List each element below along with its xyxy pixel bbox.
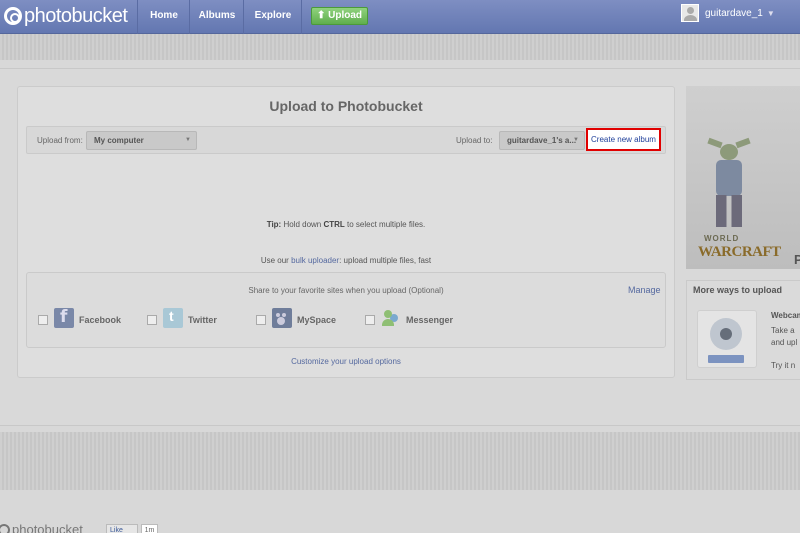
nav-divider <box>301 0 302 34</box>
webcam-try-link[interactable]: Try it n <box>771 361 795 370</box>
myspace-icon <box>272 308 292 328</box>
upload-from-value: My computer <box>94 136 144 145</box>
share-site-messenger: Messenger <box>406 315 454 325</box>
share-site-twitter: Twitter <box>188 315 217 325</box>
facebook-checkbox[interactable] <box>38 315 48 325</box>
tip-key: CTRL <box>323 220 345 229</box>
twitter-checkbox[interactable] <box>147 315 157 325</box>
ad-letter: P <box>794 252 800 267</box>
nav-divider <box>243 0 244 34</box>
create-new-album-button[interactable]: Create new album <box>586 128 661 151</box>
myspace-checkbox[interactable] <box>256 315 266 325</box>
bulk-prefix: Use our <box>260 256 292 265</box>
tip-prefix: Tip: <box>266 220 282 229</box>
upload-from-select[interactable]: My computer ▼ <box>86 131 197 150</box>
webcam-base <box>708 355 744 363</box>
twitter-icon <box>163 308 183 328</box>
messenger-icon <box>381 308 401 328</box>
tip-text: Tip: Hold down CTRL to select multiple f… <box>17 220 675 229</box>
photobucket-logo-icon <box>0 523 10 533</box>
customize-upload-options-link[interactable]: Customize your upload options <box>17 357 675 366</box>
like-count: 1m <box>141 524 158 533</box>
bulk-suffix: : upload multiple files, fast <box>339 256 432 265</box>
tip-text-2: to select multiple files. <box>344 220 426 229</box>
upload-to-label: Upload to: <box>456 136 493 145</box>
avatar <box>681 4 699 22</box>
photobucket-logo[interactable]: photobucket <box>4 4 128 28</box>
facebook-icon <box>54 307 74 328</box>
nav-albums[interactable]: Albums <box>191 0 243 34</box>
facebook-like-button[interactable]: Like <box>106 524 138 533</box>
nav-divider <box>137 0 138 34</box>
messenger-checkbox[interactable] <box>365 315 375 325</box>
share-site-myspace: MySpace <box>297 315 337 325</box>
webcam-line-1: Take a <box>771 326 795 335</box>
footer-logo-text: photobucket <box>12 522 83 533</box>
chevron-down-icon: ▼ <box>573 137 579 143</box>
share-panel <box>26 272 666 348</box>
webcam-line-2: and upl <box>771 338 798 347</box>
chevron-down-icon: ▼ <box>185 137 191 143</box>
header-stripe <box>0 34 800 60</box>
nav-explore[interactable]: Explore <box>245 0 301 34</box>
upload-to-select[interactable]: guitardave_1's a... ▼ <box>499 131 585 150</box>
ad-game-title: WARCRAFT <box>698 244 781 260</box>
tip-text-1: Hold down <box>281 220 324 229</box>
share-site-facebook: Facebook <box>79 315 122 325</box>
logo-text: photobucket <box>24 4 128 27</box>
upload-from-label: Upload from: <box>37 136 83 145</box>
manage-link[interactable]: Manage <box>628 285 661 295</box>
footer-stripe <box>0 432 800 490</box>
bulk-uploader-link[interactable]: bulk uploader <box>291 256 339 265</box>
nav-home[interactable]: Home <box>139 0 189 34</box>
ad-game-top: WORLD <box>704 234 740 243</box>
photobucket-logo-icon <box>4 7 22 25</box>
footer-logo[interactable]: photobucket <box>0 522 83 533</box>
upload-to-value: guitardave_1's a... <box>507 136 577 145</box>
page-title: Upload to Photobucket <box>269 98 423 114</box>
chevron-down-icon: ▼ <box>766 8 775 18</box>
webcam-title: Webcam <box>771 311 800 320</box>
share-title: Share to your favorite sites when you up… <box>248 286 444 295</box>
warcraft-character-image <box>706 137 752 230</box>
upload-button[interactable]: ⬆ Upload <box>311 7 368 25</box>
user-menu[interactable]: guitardave_1 ▼ <box>681 4 775 22</box>
more-ways-title: More ways to upload <box>693 285 783 295</box>
webcam-icon <box>710 318 742 350</box>
username: guitardave_1 <box>705 7 763 19</box>
nav-divider <box>189 0 190 34</box>
bulk-uploader-text: Use our bulk uploader: upload multiple f… <box>17 256 675 265</box>
